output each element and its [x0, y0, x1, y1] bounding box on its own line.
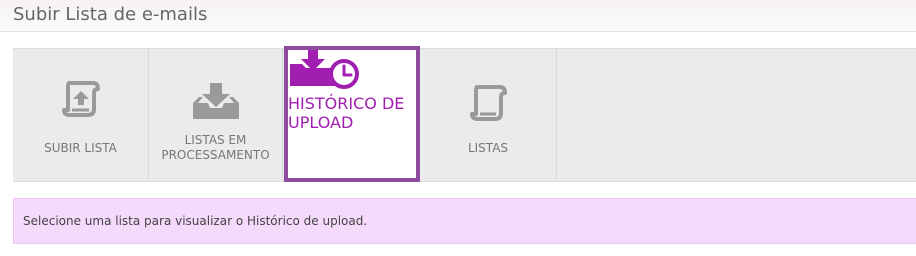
tab-subir-lista[interactable]: SUBIR LISTA [13, 49, 149, 181]
info-message: Selecione uma lista para visualizar o Hi… [13, 198, 916, 244]
tab-listas-em-processamento-label: LISTAS EM PROCESSAMENTO [161, 133, 270, 162]
tab-listas[interactable]: LISTAS [420, 49, 557, 181]
scroll-upload-icon [61, 81, 100, 117]
info-message-text: Selecione uma lista para visualizar o Hi… [23, 214, 368, 228]
tab-subir-lista-label: SUBIR LISTA [44, 141, 117, 155]
scroll-icon [470, 85, 507, 121]
tab-historico-de-upload[interactable]: HISTÓRICO DE UPLOAD [284, 46, 420, 182]
tab-bar: SUBIR LISTA LISTAS EM PROCESSAMENTO LIST… [13, 48, 916, 182]
header-bar: Subir Lista de e-mails [0, 0, 916, 32]
inbox-download-icon [192, 83, 239, 119]
tab-historico-de-upload-label: HISTÓRICO DE UPLOAD [288, 94, 405, 132]
tab-listas-em-processamento[interactable]: LISTAS EM PROCESSAMENTO [149, 49, 283, 181]
folder-download-clock-icon [290, 50, 359, 89]
page-title: Subir Lista de e-mails [13, 4, 208, 25]
tab-listas-label: LISTAS [467, 141, 509, 155]
